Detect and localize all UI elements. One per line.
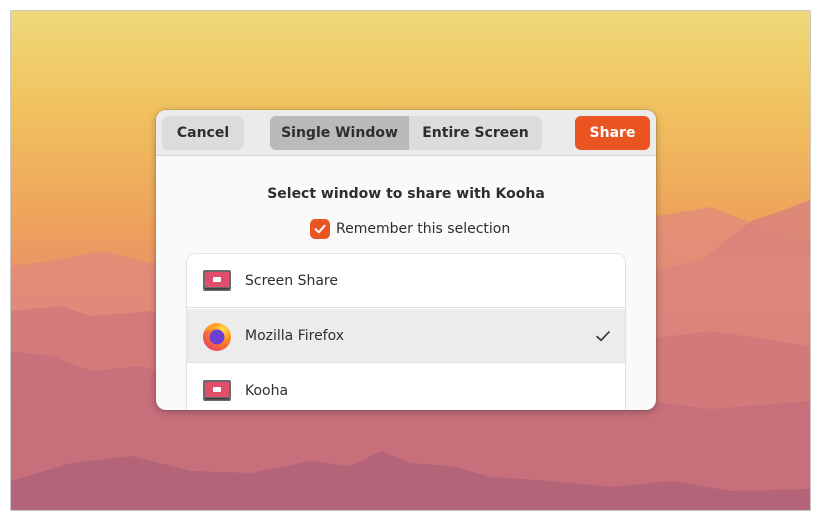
checkmark-icon bbox=[596, 331, 610, 342]
window-label: Screen Share bbox=[245, 273, 338, 289]
desktop-wallpaper: Cancel Single Window Entire Screen Share… bbox=[10, 10, 811, 511]
remember-selection-label: Remember this selection bbox=[336, 221, 511, 237]
window-label: Kooha bbox=[245, 383, 289, 399]
screen-share-app-icon bbox=[203, 270, 231, 291]
remember-selection-checkbox[interactable]: Remember this selection bbox=[310, 218, 510, 240]
cancel-button[interactable]: Cancel bbox=[162, 116, 244, 150]
checkbox-checked-icon[interactable] bbox=[310, 219, 330, 239]
window-list-item[interactable]: Screen Share bbox=[187, 254, 625, 308]
dialog-headerbar: Cancel Single Window Entire Screen Share bbox=[156, 110, 656, 156]
tab-entire-screen[interactable]: Entire Screen bbox=[409, 116, 542, 150]
firefox-icon bbox=[203, 323, 231, 351]
share-button[interactable]: Share bbox=[575, 116, 650, 150]
window-list-item[interactable]: Kooha bbox=[187, 364, 625, 410]
window-list: Screen Share Mozilla Firefox Kooha bbox=[187, 254, 625, 410]
screen-share-dialog: Cancel Single Window Entire Screen Share… bbox=[156, 110, 656, 410]
dialog-title: Select window to share with Kooha bbox=[267, 186, 545, 202]
window-label: Mozilla Firefox bbox=[245, 328, 345, 344]
window-list-item-selected[interactable]: Mozilla Firefox bbox=[187, 309, 625, 363]
tab-single-window[interactable]: Single Window bbox=[270, 116, 409, 150]
kooha-app-icon bbox=[203, 380, 231, 401]
